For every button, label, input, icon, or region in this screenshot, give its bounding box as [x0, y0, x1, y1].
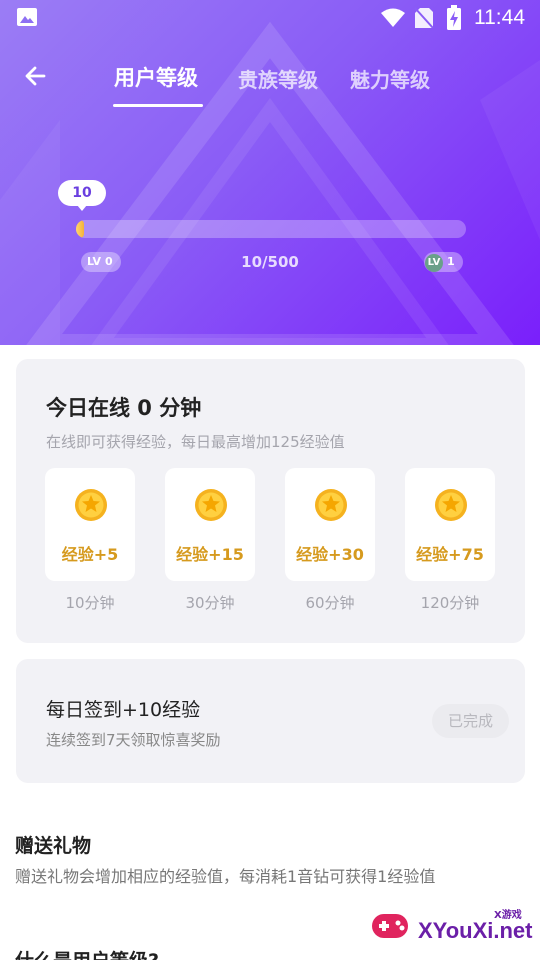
gift-section-desc: 赠送礼物会增加相应的经验值，每消耗1音钻可获得1经验值 — [15, 867, 436, 886]
next-level-badge: LV 1 — [424, 252, 463, 272]
current-level-prefix: LV — [87, 255, 102, 268]
gamepad-logo-icon — [372, 914, 408, 938]
level-progress-track — [76, 220, 466, 238]
reward-label: 经验+5 — [61, 545, 119, 564]
exp-coin-icon — [75, 489, 107, 521]
reward-time: 120分钟 — [420, 594, 480, 612]
exp-bubble-tail — [77, 205, 87, 211]
checkin-subtitle: 连续签到7天领取惊喜奖励 — [46, 731, 221, 749]
reward-time: 60分钟 — [305, 594, 355, 612]
header-decoration — [0, 21, 540, 345]
status-time: 11:44 — [474, 6, 525, 29]
exp-coin-icon — [315, 489, 347, 521]
online-subtitle: 在线即可获得经验，每日最高增加125经验值 — [46, 433, 345, 451]
level-progress-text: 10/500 — [241, 253, 299, 271]
online-title: 今日在线 0 分钟 — [46, 396, 202, 420]
exp-coin-icon — [195, 489, 227, 521]
exp-bubble: 10 — [58, 180, 106, 206]
current-level-num: 0 — [105, 255, 113, 268]
reward-tile-30min[interactable]: 经验+15 — [165, 468, 255, 581]
watermark-text: XYouXi.net — [418, 918, 533, 943]
gift-section-title: 赠送礼物 — [15, 835, 92, 857]
back-arrow-icon[interactable] — [22, 62, 50, 90]
checkin-completed-button[interactable]: 已完成 — [432, 704, 509, 738]
wifi-icon — [381, 8, 405, 27]
next-level-prefix: LV — [425, 254, 443, 272]
reward-tile-60min[interactable]: 经验+30 — [285, 468, 375, 581]
exp-coin-icon — [435, 489, 467, 521]
no-sim-icon — [414, 7, 434, 29]
level-header: 11:44 用户等级 贵族等级 魅力等级 10 LV 0 10/500 LV 1 — [0, 0, 540, 345]
reward-label: 经验+75 — [416, 545, 484, 564]
next-level-num: 1 — [447, 255, 455, 268]
checkin-title: 每日签到+10经验 — [46, 699, 201, 721]
online-reward-card: 今日在线 0 分钟 在线即可获得经验，每日最高增加125经验值 经验+5 经验+… — [16, 359, 525, 643]
tab-charm-level[interactable]: 魅力等级 — [350, 64, 430, 93]
daily-checkin-card: 每日签到+10经验 连续签到7天领取惊喜奖励 已完成 — [16, 659, 525, 783]
status-bar: 11:44 — [0, 0, 540, 36]
reward-tile-120min[interactable]: 经验+75 — [405, 468, 495, 581]
tab-noble-level[interactable]: 贵族等级 — [238, 64, 318, 93]
watermark: X游戏 XYouXi.net — [362, 898, 540, 960]
reward-label: 经验+15 — [176, 545, 244, 564]
battery-charging-icon — [447, 5, 461, 30]
reward-time: 30分钟 — [185, 594, 235, 612]
reward-label: 经验+30 — [296, 545, 364, 564]
active-tab-indicator — [113, 104, 203, 107]
faq-section-title: 什么是用户等级? — [15, 946, 159, 960]
reward-time: 10分钟 — [65, 594, 115, 612]
reward-tile-10min[interactable]: 经验+5 — [45, 468, 135, 581]
current-level-badge: LV 0 — [81, 252, 121, 272]
gallery-icon — [17, 8, 37, 26]
tab-user-level[interactable]: 用户等级 — [114, 62, 198, 92]
